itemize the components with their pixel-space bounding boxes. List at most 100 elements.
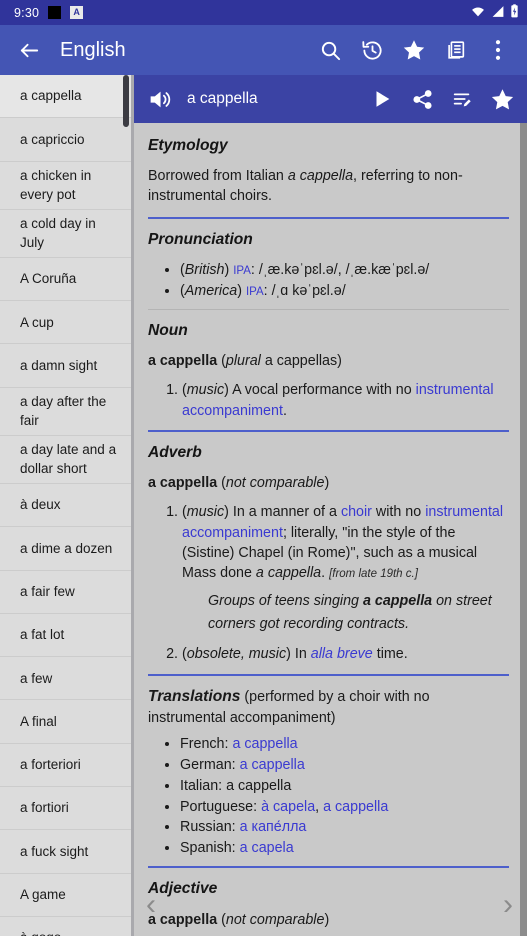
section-divider xyxy=(148,673,509,676)
overflow-menu-icon[interactable] xyxy=(481,33,515,67)
status-bar: 9:30 A xyxy=(0,0,527,25)
pronunciation-list: (British) IPA: /ˌæ.kəˈpɛl.ə/, /ˌæ.kæˈpɛl… xyxy=(148,260,509,301)
sidebar-item-label: a chicken in every pot xyxy=(20,167,92,203)
ipa-link[interactable]: IPA xyxy=(233,265,251,277)
sidebar-scrollbar[interactable] xyxy=(123,75,129,127)
sidebar-item-3[interactable]: a cold day in July xyxy=(0,209,131,258)
translations-heading-line: Translations (performed by a choir with … xyxy=(148,686,509,728)
library-icon[interactable] xyxy=(439,33,473,67)
link-choir[interactable]: choir xyxy=(341,504,372,520)
ipa-value: : /ˌæ.kəˈpɛl.ə/, /ˌæ.kæˈpɛl.ə/ xyxy=(250,261,430,278)
next-entry-chevron-icon[interactable]: › xyxy=(495,888,521,922)
entry-title: a cappella xyxy=(187,90,258,107)
example-text-1: Groups of teens singing xyxy=(208,592,363,609)
translation-link[interactable]: a cappella xyxy=(232,736,297,752)
sidebar-item-label: a damn sight xyxy=(20,357,98,373)
search-icon[interactable] xyxy=(313,33,347,67)
pronunciation-region: British xyxy=(184,261,225,278)
translation-link[interactable]: а капе́лла xyxy=(240,819,307,835)
share-icon[interactable] xyxy=(405,82,439,116)
volume-speaker-icon[interactable] xyxy=(146,87,173,112)
sidebar-item-11[interactable]: a fair few xyxy=(0,570,131,614)
a-badge-icon: A xyxy=(70,6,84,19)
sidebar-item-16[interactable]: a fortiori xyxy=(0,787,131,831)
sidebar-item-label: a cappella xyxy=(20,88,82,104)
battery-icon xyxy=(510,4,519,21)
sidebar-item-8[interactable]: a day late and a dollar short xyxy=(0,435,131,484)
section-divider xyxy=(148,216,509,219)
sidebar-item-label: a forteriori xyxy=(20,757,81,773)
sidebar-item-label: à deux xyxy=(20,497,61,513)
sidebar-item-14[interactable]: A final xyxy=(0,700,131,744)
sidebar-item-13[interactable]: a few xyxy=(0,657,131,701)
sense-item: (music) A vocal performance with no inst… xyxy=(182,380,509,421)
translation-language: Spanish: xyxy=(180,840,236,857)
sense-label-close: ) xyxy=(224,382,233,399)
section-heading-translations: Translations xyxy=(148,687,241,705)
translation-link[interactable]: a capela xyxy=(240,840,294,856)
sense-text-4: . xyxy=(321,565,330,582)
sidebar-item-19[interactable]: à gogo xyxy=(0,916,131,936)
prev-entry-chevron-icon[interactable]: ‹ xyxy=(138,888,164,922)
sidebar-item-5[interactable]: A cup xyxy=(0,301,131,345)
section-heading-noun: Noun xyxy=(148,321,188,339)
noun-inflection-italic: plural xyxy=(225,353,261,370)
sidebar-item-0[interactable]: a cappella xyxy=(0,75,131,119)
translation-row: Italian: a cappella xyxy=(180,776,509,796)
sidebar-item-9[interactable]: à deux xyxy=(0,483,131,528)
black-square-icon xyxy=(48,6,62,19)
play-icon[interactable] xyxy=(365,82,399,116)
star-icon[interactable] xyxy=(397,33,431,67)
adjective-headword-line: a cappella (not comparable) xyxy=(148,910,509,930)
sidebar-item-label: A Coruña xyxy=(20,271,77,287)
translation-link[interactable]: a cappella xyxy=(240,757,305,773)
status-bar-right xyxy=(470,4,519,21)
sidebar-item-4[interactable]: A Coruña xyxy=(0,257,131,302)
usage-example: Groups of teens singing a cappella on st… xyxy=(208,590,509,636)
edit-note-icon[interactable] xyxy=(445,82,479,116)
article-scrollbar[interactable] xyxy=(520,123,527,936)
pronunciation-region: America xyxy=(184,282,238,299)
sidebar-item-18[interactable]: A game xyxy=(0,873,131,917)
sidebar-item-label: a fuck sight xyxy=(20,843,89,859)
sidebar-item-label: A game xyxy=(20,887,66,903)
sense-label: music xyxy=(186,382,225,399)
history-icon[interactable] xyxy=(355,33,389,67)
section-heading-adjective: Adjective xyxy=(148,880,218,898)
translation-language: Italian: xyxy=(180,777,223,794)
word-list-sidebar[interactable]: a cappella a capriccio a chicken in every … xyxy=(0,75,131,936)
sidebar-item-10[interactable]: a dime a dozen xyxy=(0,527,131,571)
translation-language: German: xyxy=(180,756,236,773)
etymology-italic-term: a cappella xyxy=(287,168,354,185)
sidebar-item-15[interactable]: a forteriori xyxy=(0,743,131,788)
sidebar-item-7[interactable]: a day after the fair xyxy=(0,387,131,436)
sidebar-item-12[interactable]: a fat lot xyxy=(0,613,131,658)
section-heading-adverb: Adverb xyxy=(148,444,202,461)
sense-label: obsolete, music xyxy=(186,646,287,663)
sidebar-item-6[interactable]: a damn sight xyxy=(0,344,131,388)
translation-link[interactable]: a cappella xyxy=(323,799,388,815)
sense-text-1: In a manner of a xyxy=(232,504,341,521)
back-arrow-icon[interactable] xyxy=(12,33,46,67)
translation-row: Portuguese: à capela, a cappella xyxy=(180,797,509,817)
sidebar-item-label: A cup xyxy=(20,314,54,330)
translation-language: Russian: xyxy=(180,819,236,836)
ipa-link[interactable]: IPA xyxy=(246,286,264,298)
pronunciation-item: (America) IPA: /ˌɑ kəˈpɛl.ə/ xyxy=(180,281,509,301)
noun-headword-line: a cappella (plural a cappellas) xyxy=(148,351,509,371)
word-list: a cappella a capriccio a chicken in every … xyxy=(0,75,131,936)
section-heading-etymology: Etymology xyxy=(148,137,228,154)
star-icon[interactable] xyxy=(485,82,519,116)
pronunciation-item: (British) IPA: /ˌæ.kəˈpɛl.ə/, /ˌæ.kæˈpɛl… xyxy=(180,260,509,280)
link-alla-breve[interactable]: alla breve xyxy=(311,646,373,662)
wifi-icon xyxy=(470,5,486,21)
sidebar-item-17[interactable]: a fuck sight xyxy=(0,830,131,874)
sidebar-item-2[interactable]: a chicken in every pot xyxy=(0,161,131,210)
adverb-sense-list: (music) In a manner of a choir with no i… xyxy=(148,502,509,664)
translation-link[interactable]: à capela xyxy=(261,799,315,815)
translation-row: German: a cappella xyxy=(180,755,509,775)
section-divider-thin xyxy=(148,308,509,310)
example-bold-term: a cappella xyxy=(362,592,433,609)
sidebar-item-1[interactable]: a capriccio xyxy=(0,118,131,162)
sidebar-item-label: A final xyxy=(20,713,57,729)
